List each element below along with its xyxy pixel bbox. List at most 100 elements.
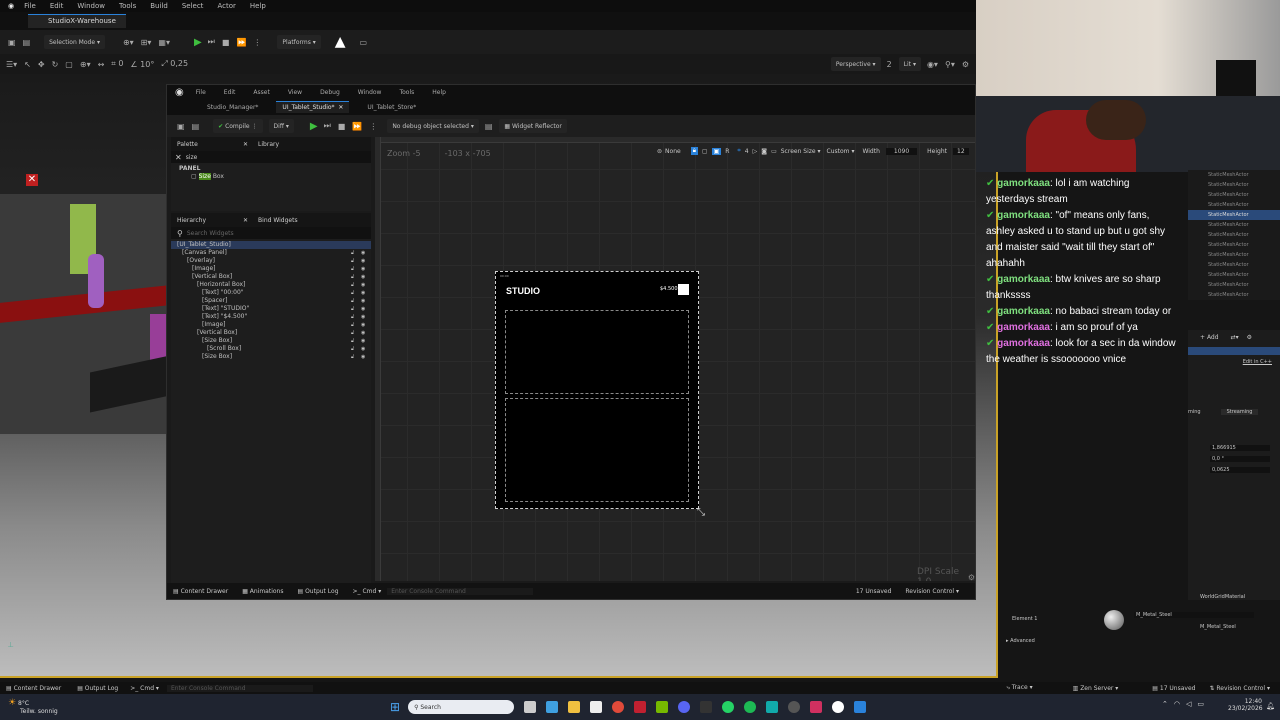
compile-button[interactable]: ✔ Compile ⋮ xyxy=(213,119,263,133)
outliner-item[interactable]: StaticMeshActor xyxy=(1188,250,1280,260)
wbp-cmd[interactable]: >_ Cmd ▾ xyxy=(353,588,382,595)
revision-control-button[interactable]: ⇅ Revision Control ▾ xyxy=(1209,685,1270,692)
close-tab-icon[interactable]: ✕ xyxy=(338,104,343,111)
outliner-item[interactable]: StaticMeshActor xyxy=(1188,280,1280,290)
visibility-toggle-icon[interactable]: ◉ xyxy=(361,281,365,289)
wbp-options-icon[interactable]: ⋮ xyxy=(369,122,377,131)
outliner-item[interactable]: StaticMeshActor xyxy=(1188,220,1280,230)
grid-size[interactable]: 4 xyxy=(745,148,749,155)
hierarchy-item[interactable]: [Size Box] 🔓︎ ◉ xyxy=(171,353,371,361)
perspective-dropdown[interactable]: Perspective ▾ xyxy=(830,57,881,71)
lock-toggle-icon[interactable]: 🔓︎ xyxy=(351,345,354,353)
app-logo-icon[interactable]: ▲ xyxy=(335,34,346,50)
wbp-menu-edit[interactable]: Edit xyxy=(224,89,236,96)
angle-snap-icon[interactable]: ∠ 10° xyxy=(130,60,154,69)
store-icon[interactable] xyxy=(590,701,603,713)
height-field[interactable]: 12 xyxy=(953,147,969,155)
width-field[interactable]: 1090 xyxy=(885,147,918,155)
visibility-toggle-icon[interactable]: ◉ xyxy=(361,289,365,297)
visibility-toggle-icon[interactable]: ◉ xyxy=(361,257,365,265)
discord-icon[interactable] xyxy=(678,701,691,713)
wbp-menu-debug[interactable]: Debug xyxy=(320,89,340,96)
output-log-button[interactable]: ▤ Output Log xyxy=(77,685,118,692)
chrome-icon[interactable] xyxy=(612,701,625,713)
lit-dropdown[interactable]: Lit ▾ xyxy=(898,57,921,71)
surface-snap-icon[interactable]: ↭ xyxy=(98,60,105,69)
add-component-button[interactable]: + Add xyxy=(1200,334,1219,341)
move-tool-icon[interactable]: ✥ xyxy=(38,60,45,69)
wbp-menu-asset[interactable]: Asset xyxy=(253,89,269,96)
respect-locks-icon[interactable]: ▢ xyxy=(702,148,708,155)
value-field-2[interactable]: 0,0 ° xyxy=(1210,456,1270,462)
hierarchy-item[interactable]: [Scroll Box] 🔓︎ ◉ xyxy=(171,345,371,353)
wbp-skip-icon[interactable]: ⏩ xyxy=(352,122,362,131)
close-palette-icon[interactable]: ✕ xyxy=(243,141,248,148)
tray-chevron-icon[interactable]: ⌃ xyxy=(1162,700,1168,708)
tab-naming[interactable]: ming xyxy=(1188,409,1201,415)
lock-icon[interactable]: 🔒︎ xyxy=(690,147,698,155)
platforms-dropdown[interactable]: Platforms ▾ xyxy=(277,35,321,49)
camera-icon[interactable]: ◙ xyxy=(761,148,767,155)
wbp-animations[interactable]: ▦ Animations xyxy=(242,588,283,595)
palette-section-panel[interactable]: PANEL xyxy=(171,165,371,173)
wbp-step-icon[interactable]: ⏭ xyxy=(324,121,331,131)
play-options-icon[interactable]: ⋮ xyxy=(253,38,261,47)
selected-component-bar[interactable] xyxy=(1188,347,1280,355)
outliner-item[interactable]: StaticMeshActor xyxy=(1188,200,1280,210)
window-icon[interactable]: ▣ xyxy=(711,147,722,155)
nvidia-icon[interactable] xyxy=(656,701,669,713)
hierarchy-item[interactable]: [Canvas Panel] 🔓︎ ◉ xyxy=(171,249,371,257)
content-drawer-button[interactable]: ▤ Content Drawer xyxy=(6,685,61,692)
chat-username[interactable]: gamorkaaa xyxy=(997,274,1050,285)
file-explorer-icon[interactable] xyxy=(568,701,581,713)
wbp-content-drawer[interactable]: ▤ Content Drawer xyxy=(173,588,228,595)
visibility-toggle-icon[interactable]: ◉ xyxy=(361,305,365,313)
stop-icon[interactable]: ■ xyxy=(222,38,230,47)
wifi-icon[interactable]: ◠ xyxy=(1174,700,1180,708)
wbp-play-icon[interactable]: ▶ xyxy=(310,121,318,132)
hierarchy-tab[interactable]: Hierarchy xyxy=(177,217,243,224)
skip-icon[interactable]: ⏩ xyxy=(236,38,246,47)
hierarchy-item[interactable]: [Text] "STUDIO" 🔓︎ ◉ xyxy=(171,305,371,313)
tab-streaming[interactable]: Streaming xyxy=(1220,409,1259,415)
grid-snap-icon[interactable]: ⌗ 0 xyxy=(111,59,123,69)
tab-ui-tablet-store[interactable]: UI_Tablet_Store* xyxy=(367,104,416,111)
layout-count[interactable]: 2 xyxy=(887,60,892,69)
menu-window[interactable]: Window xyxy=(77,2,105,10)
blueprint-icon[interactable]: ⊞▾ xyxy=(141,38,152,47)
zen-server-button[interactable]: ▥ Zen Server ▾ xyxy=(1073,685,1119,692)
designer-canvas[interactable]: Zoom -5 -103 x -705 ⊜ None 🔒︎ ▢ ▣ R ⌗ 4 … xyxy=(375,137,975,581)
hierarchy-item[interactable]: [Spacer] 🔓︎ ◉ xyxy=(171,297,371,305)
menu-build[interactable]: Build xyxy=(150,2,168,10)
resize-handle-icon[interactable]: ⤡ xyxy=(697,507,705,518)
edit-cpp-link[interactable]: Edit in C++ xyxy=(1188,359,1280,365)
size-box-slot-bottom[interactable] xyxy=(505,398,689,502)
visibility-toggle-icon[interactable]: ◉ xyxy=(361,337,365,345)
outliner-item[interactable]: StaticMeshActor xyxy=(1188,230,1280,240)
spotify-icon[interactable] xyxy=(744,701,757,713)
outliner-item[interactable]: StaticMeshActor xyxy=(1188,270,1280,280)
diff-button[interactable]: Diff ▾ xyxy=(268,119,294,133)
browse-icon[interactable]: ▤ xyxy=(192,122,200,131)
tab-ui-tablet-studio[interactable]: UI_Tablet_Studio* ✕ xyxy=(276,101,350,113)
value-field-3[interactable]: 0,0625 xyxy=(1210,467,1270,473)
clock[interactable]: 12:40 23/02/2026 xyxy=(1228,698,1263,712)
hierarchy-item[interactable]: [Overlay] 🔓︎ ◉ xyxy=(171,257,371,265)
hierarchy-item[interactable]: [UI_Tablet_Studio] xyxy=(171,241,371,249)
app-pink-icon[interactable] xyxy=(810,701,823,713)
unsaved-button[interactable]: ▤ 17 Unsaved xyxy=(1152,685,1195,692)
settings-icon[interactable]: ▭ xyxy=(360,38,368,47)
lock-toggle-icon[interactable]: 🔓︎ xyxy=(351,313,354,321)
visibility-toggle-icon[interactable]: ◉ xyxy=(361,273,365,281)
world-icon[interactable]: ⊕▾ xyxy=(80,60,91,69)
taskbar-search[interactable]: ⚲ Search xyxy=(408,700,515,714)
visibility-toggle-icon[interactable]: ◉ xyxy=(361,321,365,329)
tab-studio-manager[interactable]: Studio_Manager* xyxy=(207,104,258,111)
hierarchy-item[interactable]: [Image] 🔓︎ ◉ xyxy=(171,265,371,273)
trace-button[interactable]: ⤷ Trace ▾ xyxy=(1006,684,1032,692)
whatsapp-icon[interactable] xyxy=(722,701,735,713)
app-dark-icon[interactable] xyxy=(700,701,713,713)
hierarchy-item[interactable]: [Text] "00:00" 🔓︎ ◉ xyxy=(171,289,371,297)
menu-tools[interactable]: Tools xyxy=(119,2,136,10)
save-asset-icon[interactable]: ▣ xyxy=(177,122,185,131)
